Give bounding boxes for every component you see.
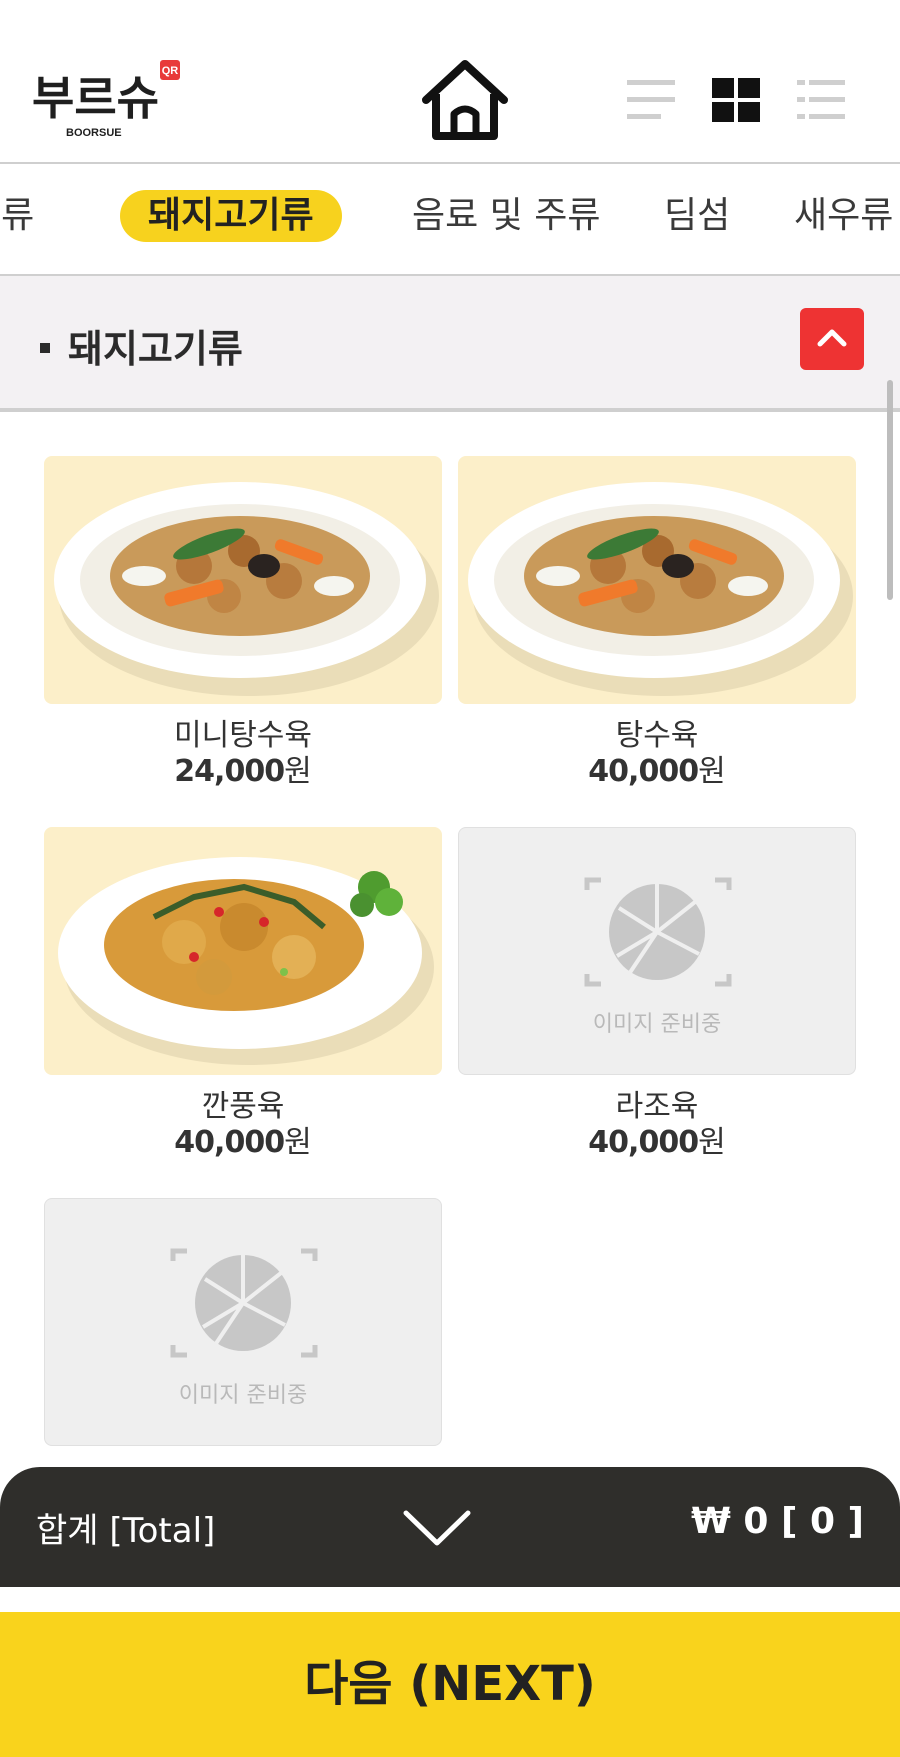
tab-pork[interactable]: 돼지고기류 — [120, 190, 342, 242]
grid-view-icon[interactable] — [710, 76, 762, 124]
menu-item-image — [44, 456, 442, 704]
menu-item-name: 탕수육 — [615, 718, 699, 753]
scrollbar[interactable] — [887, 380, 893, 600]
tab-drinks[interactable]: 음료 및 주류 — [384, 190, 629, 242]
menu-item-price: 24,000원 — [174, 754, 312, 789]
menu-item-image — [44, 827, 442, 1075]
boorsue-logo[interactable]: QR 부르슈 BOORSUE — [32, 58, 182, 144]
menu-item-image-placeholder: 이미지 준비중 — [458, 827, 856, 1075]
tab-dimsum[interactable]: 딤섬 — [636, 190, 758, 242]
total-bar: 합계 [Total] ₩ 0 [ 0 ] — [0, 1467, 900, 1587]
menu-item-name: 미니탕수육 — [174, 718, 312, 753]
menu-item-tangsuyuk[interactable]: 탕수육 40,000원 — [458, 456, 856, 790]
category-tabs: 면류 돼지고기류 음료 및 주류 딤섬 새우류 — [0, 164, 900, 276]
svg-text:BOORSUE: BOORSUE — [66, 127, 122, 139]
tab-noodles[interactable]: 면류 — [0, 190, 62, 242]
total-value: ₩ 0 [ 0 ] — [691, 1501, 864, 1542]
menu-item-partial[interactable]: 이미지 준비중 — [44, 1198, 442, 1446]
bullet-icon — [40, 342, 50, 353]
menu-item-price: 40,000원 — [588, 1125, 726, 1160]
svg-text:부르슈: 부르슈 — [32, 71, 159, 125]
placeholder-text: 이미지 준비중 — [178, 1383, 308, 1408]
chevron-down-icon[interactable] — [402, 1505, 472, 1551]
menu-item-image — [458, 456, 856, 704]
next-button[interactable]: 다음 (NEXT) — [0, 1612, 900, 1757]
total-label: 합계 [Total] — [36, 1511, 216, 1551]
menu-item-price: 40,000원 — [588, 754, 726, 789]
menu-item-image-placeholder: 이미지 준비중 — [44, 1198, 442, 1446]
home-icon[interactable] — [420, 58, 510, 144]
list-view-icon[interactable] — [625, 76, 677, 124]
menu-item-price: 40,000원 — [174, 1125, 312, 1160]
menu-item-lajoyuk[interactable]: 이미지 준비중 라조육 40,000원 — [458, 827, 856, 1161]
chevron-up-icon — [817, 329, 847, 347]
menu-item-mini-tangsuyuk[interactable]: 미니탕수육 24,000원 — [44, 456, 442, 790]
menu-item-name: 깐풍육 — [201, 1089, 285, 1124]
section-title: 돼지고기류 — [40, 318, 243, 373]
app-header: QR 부르슈 BOORSUE — [0, 0, 900, 164]
tab-shrimp[interactable]: 새우류 — [766, 190, 900, 242]
placeholder-text: 이미지 준비중 — [592, 1012, 722, 1037]
collapse-button[interactable] — [800, 308, 864, 370]
menu-item-kkanpungyuk[interactable]: 깐풍육 40,000원 — [44, 827, 442, 1161]
section-header: 돼지고기류 — [0, 276, 900, 412]
menu-item-name: 라조육 — [615, 1089, 699, 1124]
detail-list-view-icon[interactable] — [795, 76, 847, 124]
svg-text:QR: QR — [162, 65, 179, 77]
